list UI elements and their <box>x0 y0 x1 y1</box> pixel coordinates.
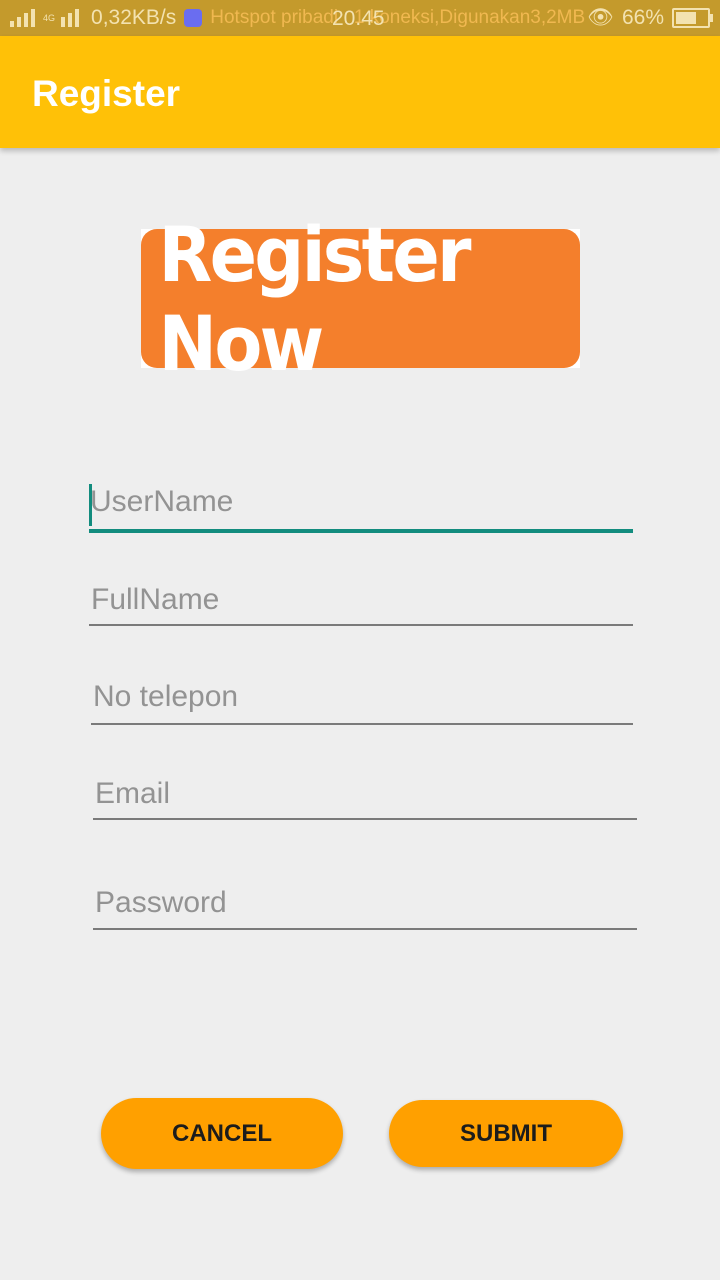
username-underline <box>89 529 633 533</box>
password-input[interactable] <box>93 883 639 923</box>
signal-2-icon <box>61 9 80 27</box>
signal-icon <box>10 9 35 27</box>
status-clock: 20.45 <box>332 7 385 30</box>
username-field[interactable] <box>89 482 634 533</box>
battery-fill <box>676 12 696 24</box>
status-bar: 4G 0,32KB/s Hotspot pribadi : 1 koneksi,… <box>0 0 720 36</box>
banner-background: Register Now <box>141 210 580 388</box>
hotspot-icon <box>184 9 203 27</box>
hotspot-notification: Hotspot pribadi : 1 koneksi,Digunakan3,2… <box>210 7 586 28</box>
network-type: 4G <box>43 12 56 23</box>
status-left: 4G 0,32KB/s Hotspot pribadi : 1 koneksi,… <box>10 0 585 36</box>
phone-underline <box>91 723 633 725</box>
fullname-input[interactable] <box>89 580 635 620</box>
register-banner: Register Now <box>141 210 580 388</box>
phone-input[interactable] <box>91 677 635 717</box>
page-title: Register <box>32 73 181 114</box>
status-right: 👁 66% <box>587 0 713 36</box>
battery-percent: 66% <box>621 6 664 29</box>
email-underline <box>93 818 637 820</box>
eye-icon: 👁 <box>587 6 614 29</box>
password-field[interactable] <box>93 883 639 930</box>
cancel-button[interactable]: CANCEL <box>101 1098 343 1169</box>
password-underline <box>93 928 637 930</box>
banner-text: Register Now <box>158 209 472 388</box>
fullname-underline <box>89 624 633 626</box>
username-input[interactable] <box>89 482 634 522</box>
email-input[interactable] <box>93 774 639 814</box>
submit-button[interactable]: SUBMIT <box>389 1100 623 1167</box>
network-speed: 0,32KB/s <box>91 6 177 29</box>
battery-icon <box>672 8 713 28</box>
text-cursor <box>89 484 92 526</box>
email-field[interactable] <box>93 774 639 820</box>
app-bar: Register <box>0 36 720 148</box>
fullname-field[interactable] <box>89 580 635 626</box>
phone-field[interactable] <box>91 677 635 725</box>
